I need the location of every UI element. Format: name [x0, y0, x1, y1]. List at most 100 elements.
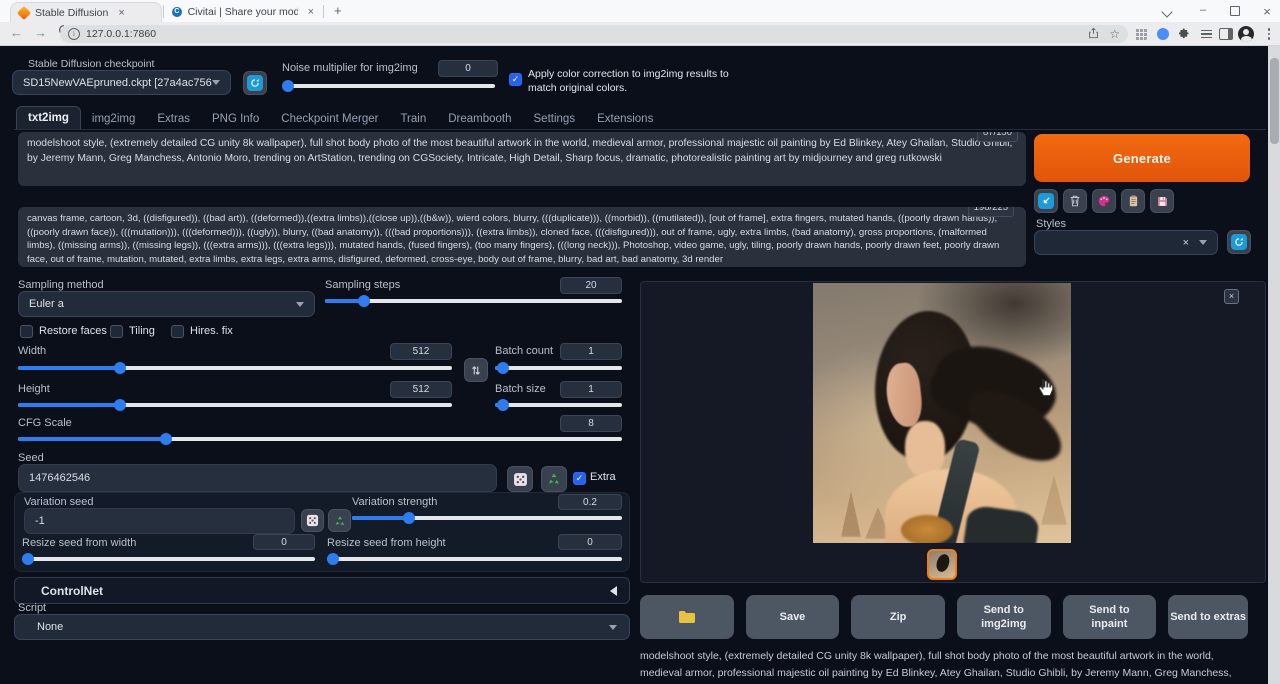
recycle-icon [547, 472, 561, 486]
generated-image[interactable] [813, 283, 1071, 543]
generate-button[interactable]: Generate [1034, 134, 1250, 182]
extension-blue-dot-icon[interactable] [1155, 26, 1171, 42]
browser-menu-dots-icon[interactable] [1261, 26, 1277, 42]
send-to-inpaint-button[interactable]: Send to inpaint [1063, 595, 1157, 639]
zip-button[interactable]: Zip [851, 595, 945, 639]
cfg-scale-slider[interactable] [18, 433, 622, 445]
tiling-checkbox[interactable] [110, 325, 123, 338]
script-dropdown[interactable]: None [14, 614, 630, 640]
swap-dimensions-button[interactable] [464, 358, 488, 382]
resize-seed-width-slider[interactable] [22, 553, 315, 565]
tab-extras[interactable]: Extras [146, 108, 201, 130]
seed-input[interactable]: 1476462546 [18, 464, 497, 492]
tab-train[interactable]: Train [389, 108, 437, 130]
site-info-icon[interactable]: i [68, 28, 80, 40]
variation-strength-slider[interactable] [352, 512, 622, 524]
address-bar[interactable]: i 127.0.0.1:7860 ☆ [60, 25, 1128, 43]
restore-faces-checkbox[interactable] [20, 325, 33, 338]
sampling-steps-slider[interactable] [325, 295, 622, 307]
tab-txt2img[interactable]: txt2img [16, 106, 81, 130]
variation-reuse-seed-button[interactable] [328, 509, 351, 532]
resize-seed-height-value[interactable]: 0 [558, 534, 622, 550]
width-slider[interactable] [18, 362, 452, 374]
tab-checkpoint-merger[interactable]: Checkpoint Merger [270, 108, 389, 130]
batch-count-slider[interactable] [495, 362, 622, 374]
noise-multiplier-slider[interactable] [282, 80, 495, 92]
tab-img2img[interactable]: img2img [81, 108, 146, 130]
extension-grid-icon[interactable] [1133, 26, 1149, 42]
close-gallery-button[interactable]: × [1224, 289, 1239, 304]
negative-prompt-token-counter: 198/225 [968, 207, 1014, 217]
bookmark-star-icon[interactable]: ☆ [1109, 27, 1120, 41]
batch-size-value[interactable]: 1 [560, 381, 622, 398]
clear-prompt-button[interactable] [1063, 189, 1087, 213]
save-style-button[interactable] [1150, 189, 1174, 213]
apply-styles-button[interactable] [1121, 189, 1145, 213]
window-maximize-button[interactable] [1228, 6, 1242, 19]
browser-forward-button[interactable]: → [34, 25, 47, 40]
gallery-thumbnail[interactable] [927, 549, 957, 580]
variation-strength-value[interactable]: 0.2 [558, 494, 622, 510]
sampling-method-label: Sampling method [18, 279, 104, 291]
reuse-seed-button[interactable] [541, 466, 567, 492]
styles-refresh-button[interactable] [1227, 230, 1251, 254]
window-menu-chevron-icon[interactable] [1160, 7, 1174, 19]
chevron-down-icon [609, 625, 617, 630]
window-minimize-button[interactable]: – [1196, 4, 1210, 16]
new-tab-button[interactable]: + [334, 3, 342, 18]
reading-list-icon[interactable] [1198, 26, 1214, 42]
scrollbar-thumb[interactable] [1270, 58, 1279, 144]
tab-settings[interactable]: Settings [523, 108, 587, 130]
civitai-favicon: C [172, 7, 182, 17]
checkpoint-dropdown[interactable]: SD15NewVAEpruned.ckpt [27a4ac756c] [12, 70, 231, 95]
extensions-puzzle-icon[interactable] [1176, 26, 1192, 42]
seed-value: 1476462546 [29, 472, 90, 484]
extra-seed-checkbox[interactable]: ✓ [573, 472, 586, 485]
extra-networks-button[interactable] [1092, 189, 1116, 213]
window-close-button[interactable]: × [1260, 4, 1274, 19]
cfg-scale-value[interactable]: 8 [560, 415, 622, 432]
open-folder-button[interactable] [640, 595, 734, 639]
paste-params-button[interactable] [1034, 189, 1058, 213]
arrow-down-left-icon [1038, 193, 1054, 209]
prompt-text: modelshoot style, (extremely detailed CG… [27, 138, 1012, 164]
clear-styles-icon[interactable]: × [1183, 237, 1189, 249]
negative-prompt-textarea[interactable]: canvas frame, cartoon, 3d, ((disfigured)… [18, 207, 1026, 267]
chevron-down-icon [212, 80, 220, 85]
height-slider[interactable] [18, 399, 452, 411]
share-icon[interactable] [1088, 27, 1099, 42]
browser-tab-civitai[interactable]: C Civitai | Share your models × [164, 2, 322, 22]
gallery-button-row: Save Zip Send to img2img Send to inpaint… [640, 595, 1248, 639]
color-correction-checkbox[interactable]: ✓ [509, 73, 522, 86]
variation-random-seed-button[interactable] [301, 509, 324, 532]
sampling-method-dropdown[interactable]: Euler a [18, 291, 315, 317]
trash-icon [1068, 194, 1082, 208]
tab-close-icon[interactable]: × [308, 6, 314, 18]
width-value[interactable]: 512 [390, 343, 452, 360]
browser-tab-stable-diffusion[interactable]: Stable Diffusion × [10, 2, 162, 22]
profile-avatar[interactable] [1238, 26, 1254, 42]
batch-count-value[interactable]: 1 [560, 343, 622, 360]
tab-extensions[interactable]: Extensions [586, 108, 664, 130]
height-value[interactable]: 512 [390, 381, 452, 398]
sampling-steps-value[interactable]: 20 [560, 277, 622, 294]
checkpoint-refresh-button[interactable] [243, 71, 267, 95]
controlnet-accordion[interactable]: ControlNet [14, 577, 630, 604]
random-seed-button[interactable] [507, 466, 533, 492]
tab-png-info[interactable]: PNG Info [201, 108, 270, 130]
browser-back-button[interactable]: ← [10, 25, 23, 40]
send-to-img2img-button[interactable]: Send to img2img [957, 595, 1051, 639]
variation-seed-input[interactable]: -1 [24, 508, 295, 534]
tab-dreambooth[interactable]: Dreambooth [437, 108, 522, 130]
send-to-extras-button[interactable]: Send to extras [1168, 595, 1248, 639]
resize-seed-height-slider[interactable] [327, 553, 622, 565]
side-panel-icon[interactable] [1218, 26, 1234, 42]
save-button[interactable]: Save [746, 595, 840, 639]
noise-multiplier-value[interactable]: 0 [438, 60, 498, 77]
batch-size-slider[interactable] [495, 399, 622, 411]
tab-close-icon[interactable]: × [118, 7, 124, 19]
styles-dropdown[interactable]: × [1034, 230, 1218, 255]
prompt-textarea[interactable]: modelshoot style, (extremely detailed CG… [18, 132, 1026, 186]
resize-seed-width-value[interactable]: 0 [253, 534, 315, 550]
hires-fix-checkbox[interactable] [171, 325, 184, 338]
